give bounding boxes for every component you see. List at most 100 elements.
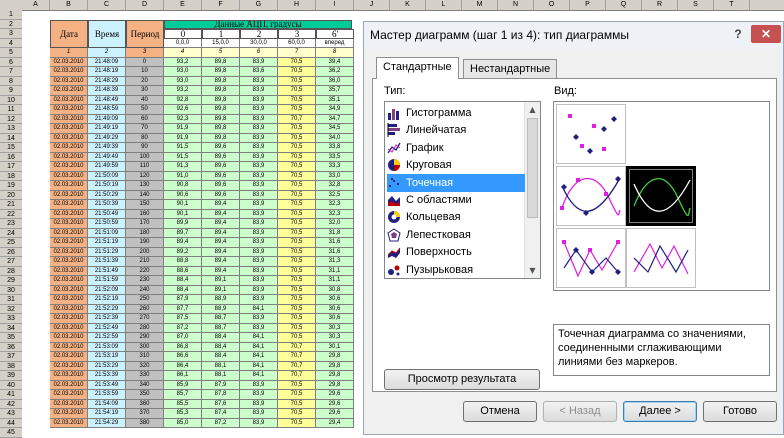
table-cell[interactable]: 21:52:09	[88, 285, 126, 295]
table-cell[interactable]: 02.03.2010	[50, 190, 88, 200]
column-header-j[interactable]: J	[354, 0, 390, 10]
row-header-41[interactable]: 41	[0, 390, 22, 400]
table-cell[interactable]: 21:48:19	[88, 67, 126, 77]
table-cell[interactable]: 39,4	[316, 57, 354, 67]
table-cell[interactable]: 83,9	[240, 266, 278, 276]
row-header-21[interactable]: 21	[0, 200, 22, 210]
table-cell[interactable]: 88,7	[202, 323, 240, 333]
table-cell[interactable]: 21:49:19	[88, 124, 126, 134]
table-cell[interactable]: 86,4	[164, 361, 202, 371]
table-cell[interactable]: 89,8	[202, 133, 240, 143]
table-cell[interactable]: 21:49:09	[88, 114, 126, 124]
table-cell[interactable]: 33,5	[316, 152, 354, 162]
table-cell[interactable]: 32,5	[316, 190, 354, 200]
table-cell[interactable]: 89,8	[202, 105, 240, 115]
table-cell[interactable]: 83,9	[240, 295, 278, 305]
table-cell[interactable]: 70,7	[278, 342, 316, 352]
table-cell[interactable]: 36,0	[316, 76, 354, 86]
table-cell[interactable]: 30,6	[316, 304, 354, 314]
table-cell[interactable]: 89,4	[202, 228, 240, 238]
table-cell[interactable]: 02.03.2010	[50, 333, 88, 343]
table-cell[interactable]: 36,2	[316, 67, 354, 77]
table-cell[interactable]: 21:51:39	[88, 257, 126, 267]
subtype-scatter-markers[interactable]	[556, 104, 626, 164]
column-header-n[interactable]: N	[498, 0, 534, 10]
table-cell[interactable]: 29,6	[316, 409, 354, 419]
table-cell[interactable]: 93,0	[164, 76, 202, 86]
table-cell[interactable]: 83,9	[240, 247, 278, 257]
chart-type-item[interactable]: Пузырьковая	[387, 261, 525, 278]
table-cell[interactable]: 70,5	[278, 162, 316, 172]
table-cell[interactable]: 85,9	[164, 380, 202, 390]
row-header-5[interactable]: 5	[0, 48, 22, 58]
table-cell[interactable]: 70,5	[278, 76, 316, 86]
table-cell[interactable]: 87,6	[202, 399, 240, 409]
table-cell[interactable]: 10	[126, 67, 164, 77]
table-cell[interactable]: 84,1	[240, 342, 278, 352]
table-cell[interactable]: 88,8	[164, 257, 202, 267]
row-header-4[interactable]: 4	[0, 39, 22, 48]
row-header-30[interactable]: 30	[0, 286, 22, 295]
table-cell[interactable]: 88,7	[202, 314, 240, 324]
table-cell[interactable]: 84,1	[240, 371, 278, 381]
chart-type-item[interactable]: Кольцевая	[387, 208, 525, 226]
table-cell[interactable]: 21:52:19	[88, 295, 126, 305]
table-cell[interactable]: 89,4	[202, 257, 240, 267]
table-cell[interactable]: 32,3	[316, 200, 354, 210]
table-cell[interactable]: 91,5	[164, 152, 202, 162]
table-cell[interactable]: 91,5	[164, 143, 202, 153]
table-cell[interactable]: 02.03.2010	[50, 266, 88, 276]
table-cell[interactable]: 70,5	[278, 57, 316, 67]
table-cell[interactable]: 89,4	[164, 238, 202, 248]
table-cell[interactable]: 220	[126, 266, 164, 276]
row-header-8[interactable]: 8	[0, 77, 22, 86]
table-cell[interactable]: 210	[126, 257, 164, 267]
table-cell[interactable]: 35,7	[316, 86, 354, 96]
table-cell[interactable]: 02.03.2010	[50, 238, 88, 248]
table-cell[interactable]: 31,8	[316, 228, 354, 238]
header-index[interactable]: 5	[202, 48, 240, 58]
table-cell[interactable]: 83,9	[240, 418, 278, 428]
row-header-7[interactable]: 7	[0, 67, 22, 77]
header-index[interactable]: 8	[316, 48, 354, 58]
table-cell[interactable]: 32,3	[316, 209, 354, 219]
table-cell[interactable]: 02.03.2010	[50, 162, 88, 172]
table-cell[interactable]: 02.03.2010	[50, 86, 88, 96]
table-cell[interactable]: 70,5	[278, 295, 316, 305]
table-cell[interactable]: 89,8	[202, 95, 240, 105]
table-cell[interactable]: 130	[126, 181, 164, 191]
table-cell[interactable]: 21:49:39	[88, 143, 126, 153]
column-header-q[interactable]: Q	[606, 0, 642, 10]
table-cell[interactable]: 70,5	[278, 143, 316, 153]
table-cell[interactable]: 84,1	[240, 333, 278, 343]
table-cell[interactable]: 91,9	[164, 133, 202, 143]
table-cell[interactable]: 34,5	[316, 124, 354, 134]
table-cell[interactable]: 87,9	[202, 380, 240, 390]
table-cell[interactable]: 70,5	[278, 124, 316, 134]
table-cell[interactable]: 70,7	[278, 114, 316, 124]
column-header-t[interactable]: T	[714, 0, 750, 10]
table-cell[interactable]: 85,7	[164, 390, 202, 400]
table-cell[interactable]: 40	[126, 95, 164, 105]
table-cell[interactable]: 02.03.2010	[50, 390, 88, 400]
row-header-1[interactable]: 1	[0, 10, 22, 20]
header-adc-group[interactable]: Данные АЦП, градусы	[164, 19, 352, 29]
table-cell[interactable]: 29,8	[316, 371, 354, 381]
table-cell[interactable]: 87,2	[164, 323, 202, 333]
table-cell[interactable]: 21:52:59	[88, 333, 126, 343]
chart-type-item[interactable]: Круговая	[387, 156, 525, 174]
row-header-13[interactable]: 13	[0, 124, 22, 134]
table-cell[interactable]: 83,9	[240, 86, 278, 96]
table-cell[interactable]: 83,9	[240, 200, 278, 210]
cancel-button[interactable]: Отмена	[463, 401, 537, 422]
table-cell[interactable]: 30,1	[316, 342, 354, 352]
table-cell[interactable]: 70,5	[278, 86, 316, 96]
table-cell[interactable]: 70,5	[278, 95, 316, 105]
table-cell[interactable]: 30	[126, 86, 164, 96]
table-cell[interactable]: 31,1	[316, 266, 354, 276]
table-cell[interactable]: 21:50:09	[88, 171, 126, 181]
column-header-d[interactable]: D	[126, 0, 164, 10]
table-cell[interactable]: 32,0	[316, 219, 354, 229]
table-cell[interactable]: 32,8	[316, 181, 354, 191]
header-channel-sub[interactable]: 0,0,0	[164, 38, 202, 48]
